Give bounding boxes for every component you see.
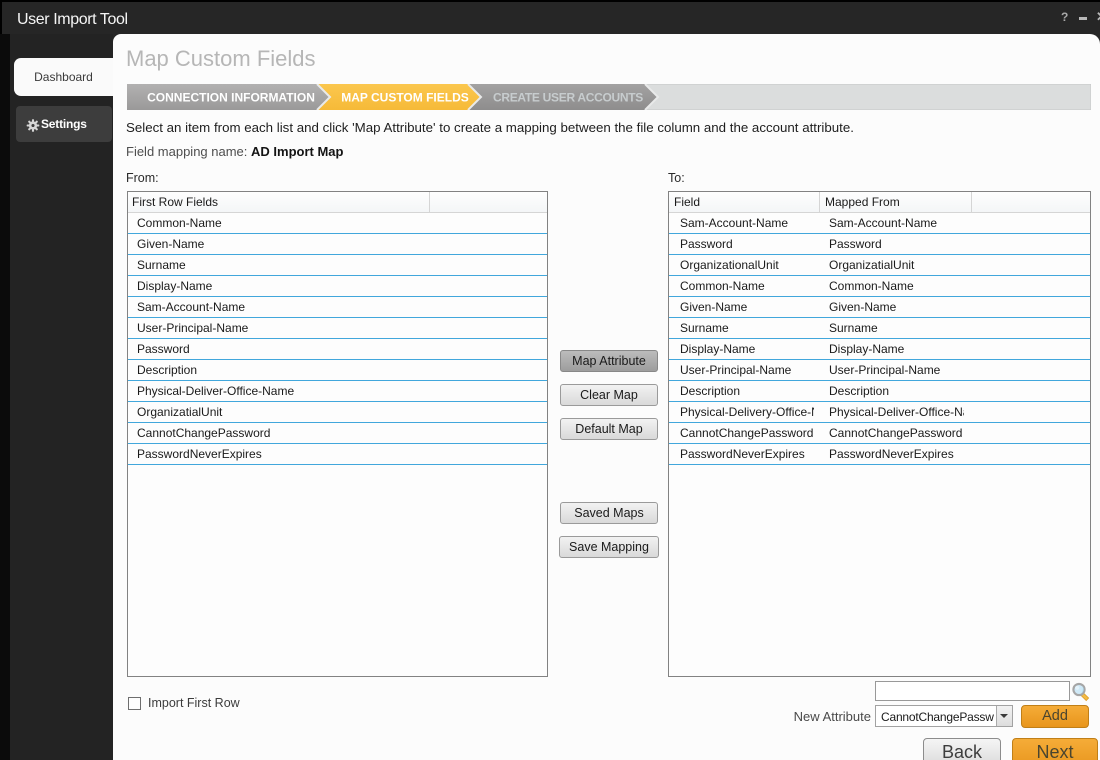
svg-text:CREATE USER ACCOUNTS: CREATE USER ACCOUNTS xyxy=(493,91,643,105)
svg-text:CONNECTION INFORMATION: CONNECTION INFORMATION xyxy=(147,91,315,105)
svg-text:MAP CUSTOM FIELDS: MAP CUSTOM FIELDS xyxy=(341,91,469,105)
